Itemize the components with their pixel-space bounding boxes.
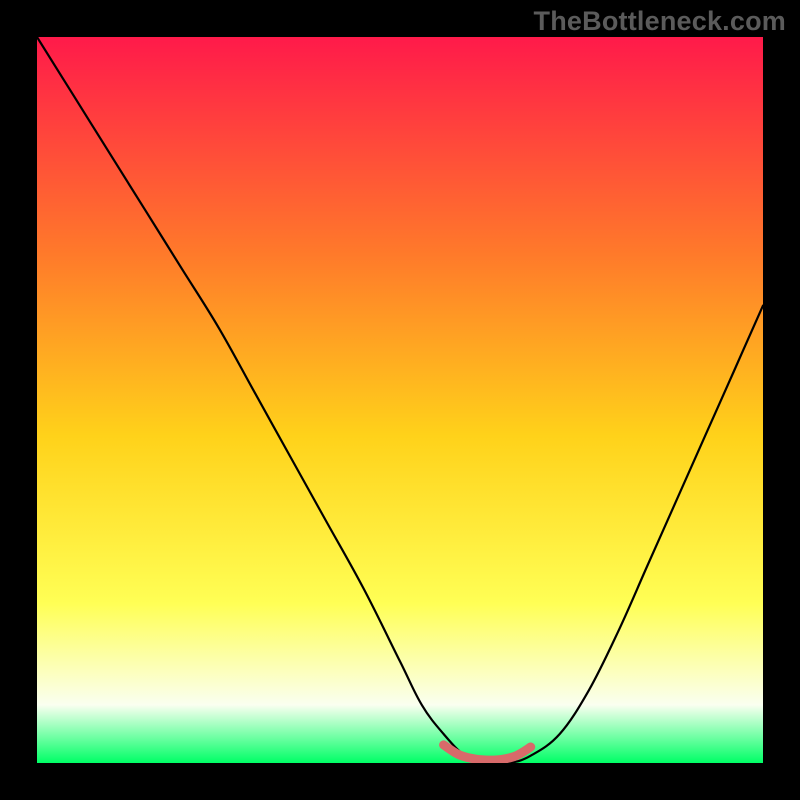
chart-frame: TheBottleneck.com [0, 0, 800, 800]
chart-svg [37, 37, 763, 763]
chart-plot-area [37, 37, 763, 763]
gradient-background [37, 37, 763, 763]
watermark-text: TheBottleneck.com [534, 6, 786, 37]
